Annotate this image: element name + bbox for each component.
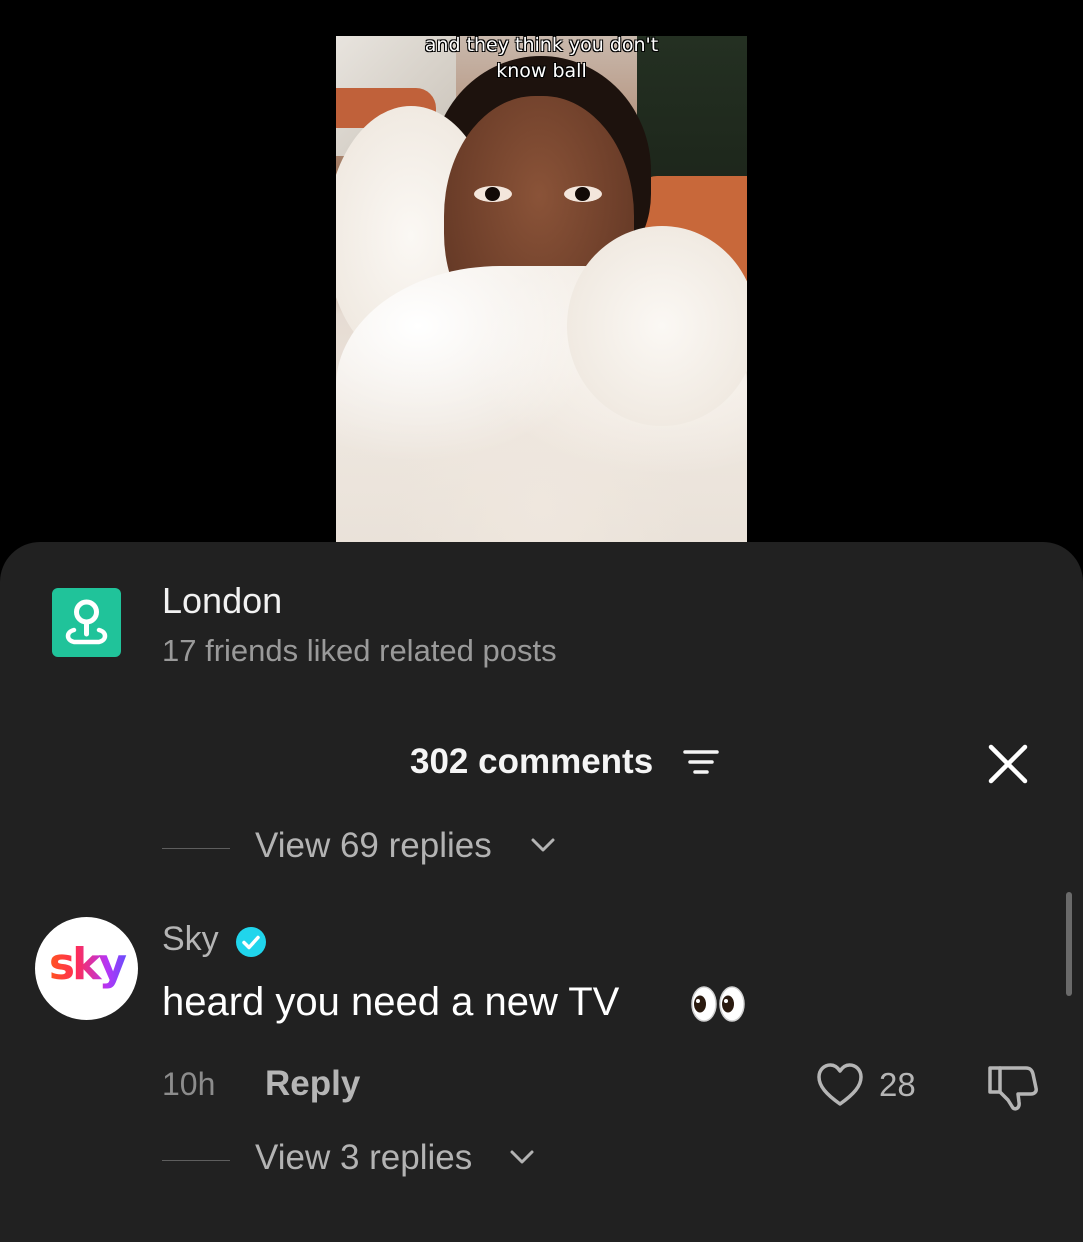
view-replies-button[interactable]: View 69 replies xyxy=(162,826,762,870)
thumbs-down-icon[interactable] xyxy=(986,1062,1040,1117)
comment-text: heard you need a new TV xyxy=(162,980,620,1024)
location-row[interactable]: London 17 friends liked related posts xyxy=(52,580,752,678)
reply-button[interactable]: Reply xyxy=(265,1064,360,1104)
heart-icon[interactable] xyxy=(816,1062,864,1113)
verified-badge-icon xyxy=(235,926,267,963)
reply-divider-line xyxy=(162,1160,230,1161)
eyes-emoji-icon xyxy=(690,984,746,1029)
scrollbar[interactable] xyxy=(1066,892,1072,996)
location-subtitle: 17 friends liked related posts xyxy=(162,633,557,668)
comments-header: 302 comments xyxy=(0,738,1083,788)
close-icon[interactable] xyxy=(986,742,1030,786)
location-title: London xyxy=(162,580,283,621)
sky-logo: sky xyxy=(35,939,138,990)
like-count: 28 xyxy=(879,1066,916,1103)
location-pin-icon xyxy=(52,588,121,657)
comment-timestamp: 10h xyxy=(162,1066,216,1102)
avatar[interactable]: sky xyxy=(35,917,138,1020)
video-preview[interactable]: and they think you don't know ball xyxy=(336,36,747,542)
chevron-down-icon xyxy=(530,836,556,859)
sort-filter-icon[interactable] xyxy=(683,748,719,783)
video-caption-line-2: know ball xyxy=(496,60,587,82)
comment-username[interactable]: Sky xyxy=(162,920,219,959)
view-replies-label: View 69 replies xyxy=(255,826,492,865)
video-caption-line-1: and they think you don't xyxy=(424,36,659,56)
view-replies-label: View 3 replies xyxy=(255,1138,473,1177)
video-caption: and they think you don't know ball xyxy=(336,36,747,84)
chevron-down-icon xyxy=(509,1148,535,1171)
reply-divider-line xyxy=(162,848,230,849)
view-replies-button[interactable]: View 3 replies xyxy=(162,1138,762,1182)
comments-count-title: 302 comments xyxy=(410,742,654,781)
